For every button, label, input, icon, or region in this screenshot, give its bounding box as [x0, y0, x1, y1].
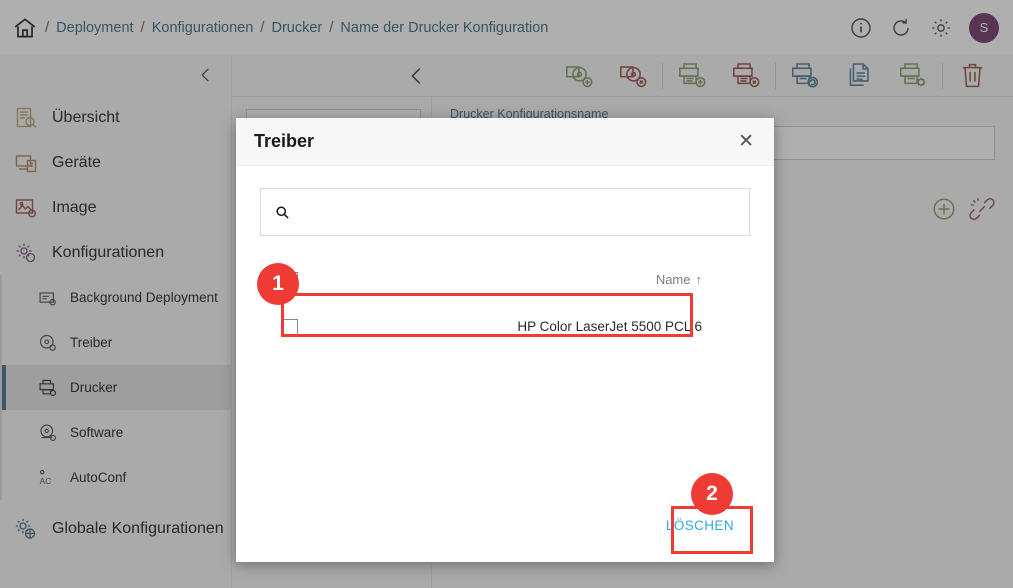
driver-table: Name ↑ HP Color LaserJet 5500 PCL 6 — [260, 256, 750, 350]
select-all-checkbox[interactable] — [282, 271, 298, 288]
search-icon — [276, 205, 289, 219]
sort-ascending-icon: ↑ — [695, 271, 703, 287]
app-root: / Deployment / Konfigurationen / Drucker… — [0, 0, 1013, 588]
row-checkbox[interactable] — [282, 318, 298, 335]
column-header-label: Name — [655, 271, 691, 287]
close-icon[interactable]: ✕ — [736, 129, 756, 154]
search-field[interactable] — [260, 188, 750, 236]
modal-body: Name ↑ HP Color LaserJet 5500 PCL 6 — [236, 166, 774, 350]
table-row[interactable]: HP Color LaserJet 5500 PCL 6 — [260, 303, 750, 350]
modal-title: Treiber — [254, 131, 315, 151]
driver-name-cell: HP Color LaserJet 5500 PCL 6 — [517, 319, 702, 334]
search-input[interactable] — [300, 204, 735, 220]
treiber-modal: Treiber ✕ Name ↑ HP Color LaserJet 5500 … — [236, 118, 774, 562]
loeschen-button[interactable]: LÖSCHEN — [652, 508, 748, 543]
table-header-row: Name ↑ — [260, 256, 750, 303]
modal-header: Treiber ✕ — [236, 118, 774, 166]
column-header-name[interactable]: Name ↑ — [298, 271, 750, 289]
modal-footer: LÖSCHEN — [236, 488, 774, 562]
